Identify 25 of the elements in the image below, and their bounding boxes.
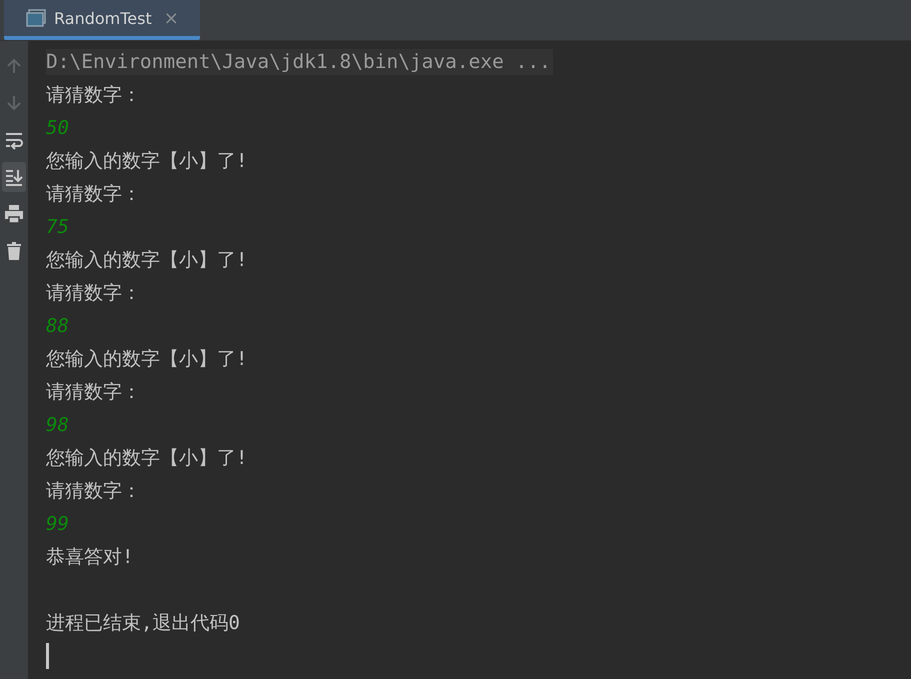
toolbar-button[interactable]	[2, 162, 26, 192]
console-line: 您输入的数字【小】了!	[46, 446, 248, 470]
console-line: 请猜数字：	[46, 280, 141, 306]
input-text: 88	[46, 314, 69, 338]
wrap-icon	[4, 130, 24, 150]
console-line: 请猜数字：	[46, 82, 141, 108]
tab-title: RandomTest	[54, 8, 152, 28]
window-icon	[26, 9, 46, 27]
input-text: 75	[46, 214, 69, 240]
console-line: 进程已结束,退出代码0	[46, 610, 240, 636]
printer-icon	[4, 204, 24, 224]
text-cursor	[46, 642, 49, 668]
console-line: 您输入的数字【小】了!	[46, 148, 248, 174]
console-line: 请猜数字：	[46, 380, 141, 404]
console-line: 请猜数字：	[46, 182, 141, 206]
trash-icon	[4, 241, 24, 261]
scroll-to-end-icon	[4, 167, 24, 187]
input-text: 99	[46, 512, 69, 536]
console-line: 请猜数字：	[46, 478, 141, 504]
console-tab[interactable]: RandomTest ×	[4, 0, 200, 40]
console-line: 您输入的数字【小】了!	[46, 248, 248, 272]
console-line: 您输入的数字【小】了!	[46, 346, 248, 372]
console-line: 恭喜答对!	[46, 544, 134, 570]
input-text: 50	[46, 116, 69, 140]
input-text: 98	[46, 412, 69, 438]
